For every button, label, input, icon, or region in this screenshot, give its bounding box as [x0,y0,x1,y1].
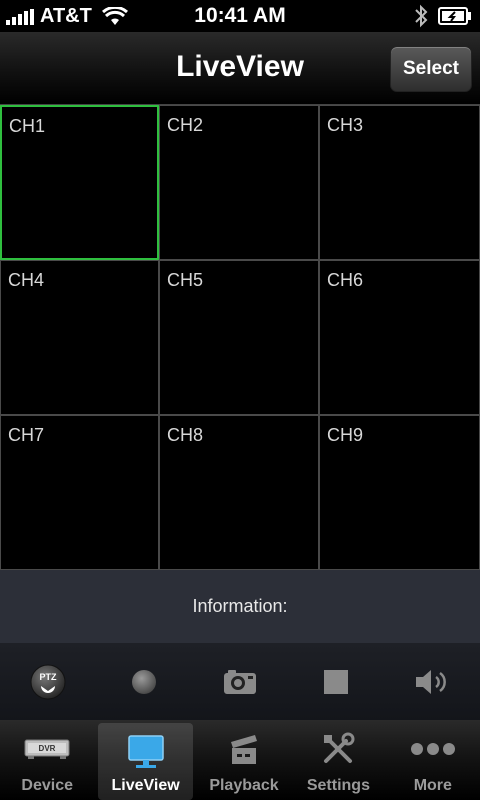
bluetooth-icon [415,4,428,28]
tools-icon [324,732,355,763]
channel-cell-2[interactable]: CH2 [159,105,319,260]
tab-bar: DVR Device LiveView Playback Settings Mo… [0,720,480,800]
record-button[interactable] [114,652,174,712]
tab-label: Playback [209,777,279,794]
channel-label: CH6 [327,270,364,290]
speaker-icon [416,669,446,694]
information-label: Information: [192,596,288,616]
status-bar: AT&T 10:41 AM [0,0,480,32]
tab-label: Settings [306,777,370,794]
tab-more[interactable]: More [386,720,480,800]
ptz-button[interactable]: PTZ [18,652,78,712]
status-time: 10:41 AM [194,4,286,27]
dvr-icon: DVR [24,739,70,759]
camera-icon [224,669,256,694]
tab-liveview[interactable]: LiveView [98,723,193,800]
tab-device[interactable]: DVR Device [0,720,94,800]
tab-settings[interactable]: Settings [291,720,385,800]
battery-icon [438,7,471,25]
select-button[interactable]: Select [390,46,472,92]
channel-cell-5[interactable]: CH5 [159,260,319,415]
navigation-bar: LiveView Select [0,32,480,105]
channel-label: CH5 [167,270,204,290]
audio-button[interactable] [402,652,462,712]
channel-cell-3[interactable]: CH3 [319,105,480,260]
dvr-badge-text: DVR [39,744,56,753]
tab-label: LiveView [111,777,180,794]
channel-label: CH1 [9,116,46,136]
channel-cell-1[interactable]: CH1 [0,105,159,260]
monitor-icon [127,735,164,768]
channel-cell-8[interactable]: CH8 [159,415,319,570]
channel-cell-9[interactable]: CH9 [319,415,480,570]
channel-label: CH2 [167,115,204,135]
ptz-icon: PTZ [30,664,66,699]
channel-label: CH8 [167,425,204,445]
ptz-text: PTZ [40,672,58,682]
tab-playback[interactable]: Playback [197,720,291,800]
channel-cell-4[interactable]: CH4 [0,260,159,415]
control-toolbar: PTZ [0,643,480,720]
tab-label: Device [21,777,73,794]
stop-icon [324,669,348,694]
more-icon [410,743,455,755]
snapshot-button[interactable] [210,652,270,712]
stop-button[interactable] [306,652,366,712]
channel-label: CH9 [327,425,364,445]
channel-label: CH4 [8,270,45,290]
channel-cell-6[interactable]: CH6 [319,260,480,415]
information-panel: Information: [0,570,480,643]
channel-label: CH3 [327,115,364,135]
channel-grid: CH1 CH2 CH3 CH4 CH5 CH6 CH7 CH8 CH9 [0,105,480,570]
record-icon [132,669,156,694]
tab-label: More [413,777,452,794]
channel-cell-7[interactable]: CH7 [0,415,159,570]
clapperboard-icon [231,735,258,764]
channel-label: CH7 [8,425,45,445]
